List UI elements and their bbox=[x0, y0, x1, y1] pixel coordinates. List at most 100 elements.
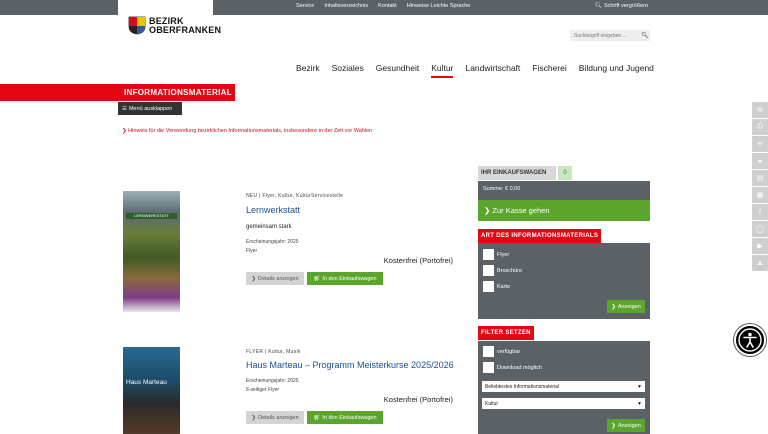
checkbox[interactable] bbox=[483, 346, 494, 357]
cart-count-badge: 0 bbox=[558, 166, 572, 180]
facebook-icon[interactable]: f bbox=[752, 204, 768, 220]
search-input[interactable]: Suchbegriff eingeben ... bbox=[570, 33, 640, 39]
link-kontakt[interactable]: Kontakt bbox=[378, 3, 397, 9]
menu-expand-button[interactable]: ☰ Menü ausklappen bbox=[118, 102, 182, 115]
page-title: INFORMATIONSMATERIAL bbox=[124, 88, 232, 97]
details-label: Details anzeigen bbox=[257, 275, 299, 282]
product-price: Kostenfrei (Portofrei) bbox=[383, 395, 453, 404]
show-label: Anzeigen bbox=[617, 303, 641, 310]
main-navigation: Bezirk Soziales Gesundheit Kultur Landwi… bbox=[296, 63, 666, 78]
service-links: Service Inhaltsverzeichnis Kontakt Hinwe… bbox=[296, 3, 470, 9]
add-to-cart-button[interactable]: 🛒︎ In den Einkaufswagen bbox=[307, 272, 383, 285]
cart-title: IHR EINKAUFSWAGEN bbox=[478, 166, 556, 180]
show-label: Anzeigen bbox=[617, 422, 641, 429]
link-inhaltsverzeichnis[interactable]: Inhaltsverzeichnis bbox=[324, 3, 368, 9]
book-icon[interactable]: ▤ bbox=[752, 170, 768, 186]
accessibility-icon[interactable] bbox=[734, 324, 766, 356]
type-filter-title: ART DES INFORMATIONSMATERIALS bbox=[478, 229, 602, 243]
mail-icon[interactable]: ✉ bbox=[752, 102, 768, 118]
details-button[interactable]: ❯ Details anzeigen bbox=[246, 272, 304, 285]
link-service[interactable]: Service bbox=[296, 3, 314, 9]
rss-icon[interactable]: ≋ bbox=[752, 136, 768, 152]
checkout-label: Zur Kasse gehen bbox=[492, 206, 550, 215]
add-to-cart-button[interactable]: 🛒︎ In den Einkaufswagen bbox=[307, 411, 383, 424]
chevron-right-icon: ❯ bbox=[484, 206, 491, 215]
product-image-haus-marteau[interactable]: Haus Marteau bbox=[123, 347, 180, 434]
newsletter-icon[interactable]: ▦ bbox=[752, 187, 768, 203]
user-icon[interactable]: ● bbox=[752, 153, 768, 169]
details-label: Details anzeigen bbox=[257, 414, 299, 421]
option-label: Broschüre bbox=[497, 267, 523, 274]
cart-icon: 🛒︎ bbox=[313, 414, 321, 421]
filter-option-flyer[interactable]: Flyer bbox=[483, 249, 509, 260]
youtube-icon[interactable]: ▶ bbox=[752, 238, 768, 254]
option-label: Download möglich bbox=[497, 364, 542, 371]
chevron-down-icon: ▼ bbox=[637, 401, 642, 407]
product-title[interactable]: Lernwerkstatt bbox=[246, 205, 300, 215]
cart-sum: Summe: € 0,00 bbox=[478, 181, 650, 200]
logo-line-2: OBERFRANKEN bbox=[149, 25, 222, 35]
chevron-right-icon: ❯ bbox=[251, 275, 256, 282]
print-icon[interactable]: ⎙ bbox=[752, 119, 768, 135]
product-price: Kostenfrei (Portofrei) bbox=[383, 256, 453, 265]
cart-header: IHR EINKAUFSWAGEN 0 bbox=[478, 166, 572, 180]
chevron-right-icon: ❯ bbox=[611, 422, 616, 429]
add-to-cart-label: In den Einkaufswagen bbox=[322, 414, 377, 421]
font-zoom-label: Schrift vergrößern bbox=[603, 3, 648, 9]
instagram-icon[interactable]: ◯ bbox=[752, 221, 768, 237]
sort-select-value: Beliebtestes Informationsmaterial bbox=[485, 384, 559, 390]
type-filter-show-button[interactable]: ❯ Anzeigen bbox=[607, 300, 645, 313]
checkbox[interactable] bbox=[483, 249, 494, 260]
search-icon[interactable]: 🔍︎ bbox=[640, 32, 650, 39]
product-type: 6-seitiger Flyer bbox=[246, 387, 280, 393]
filter-option-download[interactable]: Download möglich bbox=[483, 362, 542, 373]
accessibility-figure-icon bbox=[738, 328, 762, 352]
product-image-caption: LERNWERKSTATT bbox=[126, 213, 177, 219]
checkbox[interactable] bbox=[483, 362, 494, 373]
menu-expand-label: Menü ausklappen bbox=[128, 105, 173, 112]
nav-soziales[interactable]: Soziales bbox=[332, 63, 364, 78]
election-hint-link[interactable]: ❯ Hinweis für die Verwendung bezirkliche… bbox=[122, 128, 372, 134]
search-box[interactable]: Suchbegriff eingeben ... 🔍︎ bbox=[570, 30, 650, 41]
checkout-button[interactable]: ❯ Zur Kasse gehen bbox=[478, 200, 650, 221]
scroll-up-icon[interactable]: ▲ bbox=[752, 255, 768, 271]
cart-icon: 🛒︎ bbox=[313, 275, 321, 282]
product-image-caption: Haus Marteau bbox=[126, 379, 167, 386]
nav-bildung-und-jugend[interactable]: Bildung und Jugend bbox=[579, 63, 654, 78]
page-title-bar: INFORMATIONSMATERIAL bbox=[0, 84, 235, 101]
election-hint-text: Hinweis für die Verwendung bezirklichen … bbox=[128, 128, 373, 134]
set-filter-show-button[interactable]: ❯ Anzeigen bbox=[607, 419, 645, 432]
product-title[interactable]: Haus Marteau – Programm Meisterkurse 202… bbox=[246, 360, 454, 370]
sort-select[interactable]: Beliebtestes Informationsmaterial ▼ bbox=[482, 381, 645, 392]
hamburger-icon: ☰ bbox=[122, 105, 127, 112]
product-year: Erscheinungsjahr: 2025 bbox=[246, 378, 299, 384]
nav-bezirk[interactable]: Bezirk bbox=[296, 63, 320, 78]
nav-kultur[interactable]: Kultur bbox=[431, 63, 454, 78]
chevron-right-icon: ❯ bbox=[251, 414, 256, 421]
filter-option-verfuegbar[interactable]: verfügbar bbox=[483, 346, 520, 357]
nav-fischerei[interactable]: Fischerei bbox=[532, 63, 566, 78]
chevron-right-icon: ❯ bbox=[611, 303, 616, 310]
category-select[interactable]: Kultur ▼ bbox=[482, 398, 645, 409]
add-to-cart-label: In den Einkaufswagen bbox=[322, 275, 377, 282]
product-meta: NEU | Flyer, Kultur, KulturServicestelle bbox=[246, 193, 344, 199]
product-subtitle: gemeinsam stark bbox=[246, 224, 292, 230]
product-image-lernwerkstatt[interactable]: LERNWERKSTATT bbox=[123, 191, 180, 312]
nav-landwirtschaft[interactable]: Landwirtschaft bbox=[465, 63, 520, 78]
logo[interactable]: BEZIRK OBERFRANKEN bbox=[118, 0, 221, 44]
coat-of-arms-icon bbox=[128, 16, 146, 35]
product-year: Erscheinungsjahr: 2025 bbox=[246, 239, 299, 245]
social-sidebar: ✉ ⎙ ≋ ● ▤ ▦ f ◯ ▶ ▲ bbox=[752, 102, 768, 272]
filter-option-karte[interactable]: Karte bbox=[483, 281, 510, 292]
font-zoom-button[interactable]: 🔍︎ Schrift vergrößern bbox=[595, 3, 648, 9]
chevron-down-icon: ▼ bbox=[637, 384, 642, 390]
checkbox[interactable] bbox=[483, 265, 494, 276]
chevron-right-icon: ❯ bbox=[122, 128, 127, 134]
nav-gesundheit[interactable]: Gesundheit bbox=[376, 63, 419, 78]
product-meta: FLYER | Kultur, Musik bbox=[246, 349, 301, 355]
checkbox[interactable] bbox=[483, 281, 494, 292]
filter-option-broschuere[interactable]: Broschüre bbox=[483, 265, 522, 276]
details-button[interactable]: ❯ Details anzeigen bbox=[246, 411, 304, 424]
link-leichte-sprache[interactable]: Hinweise Leichte Sprache bbox=[407, 3, 471, 9]
product-type: Flyer bbox=[246, 248, 258, 254]
